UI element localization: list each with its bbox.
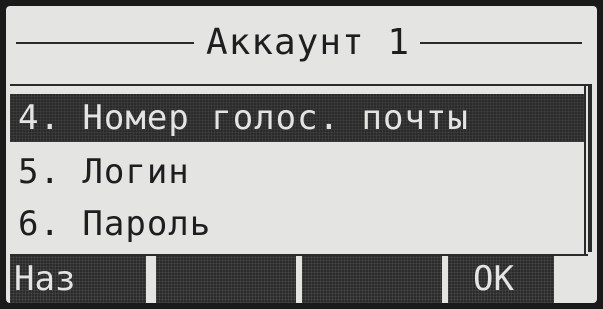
scrollbar[interactable] bbox=[584, 84, 594, 254]
menu-list: 4. Номер голос. почты 5. Логин 6. Пароль bbox=[10, 84, 588, 256]
title-divider-right bbox=[420, 42, 582, 44]
phone-lcd-screen: Аккаунт 1 4. Номер голос. почты 5. Логин… bbox=[6, 6, 597, 303]
title-row: Аккаунт 1 bbox=[6, 20, 597, 66]
screen-title: Аккаунт 1 bbox=[205, 22, 411, 63]
title-divider-left bbox=[16, 42, 194, 44]
menu-item-password[interactable]: 6. Пароль bbox=[10, 200, 586, 248]
menu-item-voicemail-number[interactable]: 4. Номер голос. почты bbox=[10, 94, 586, 142]
scrollbar-thumb[interactable] bbox=[588, 84, 592, 252]
softkey-ok-button[interactable]: OK bbox=[448, 256, 554, 303]
softkey-2-button[interactable] bbox=[156, 256, 296, 303]
menu-item-login[interactable]: 5. Логин bbox=[10, 148, 586, 196]
softkey-back-button[interactable]: Наз bbox=[10, 256, 146, 303]
softkey-3-button[interactable] bbox=[302, 256, 442, 303]
softkey-bar: Наз OK bbox=[6, 256, 597, 303]
